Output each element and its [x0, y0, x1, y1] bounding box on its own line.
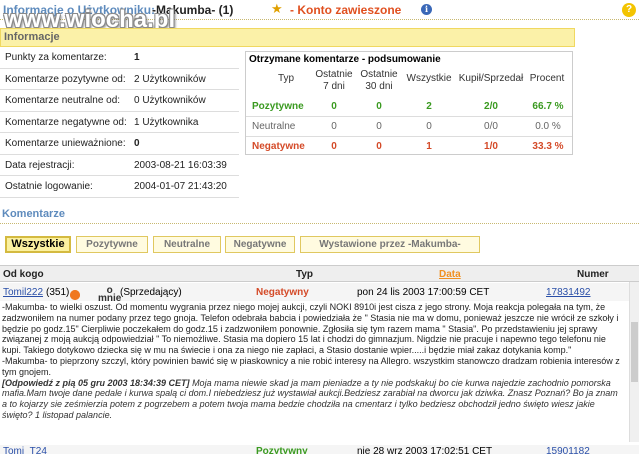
- user-score: (351): [46, 287, 70, 298]
- tab-neutral[interactable]: Neutralne: [153, 236, 221, 253]
- stat-row: Komentarze negatywne od: 1 Użytkownika: [0, 112, 239, 133]
- tab-positive[interactable]: Pozytywne: [76, 236, 148, 253]
- summary-header: Ostatnie 30 dni: [360, 69, 398, 92]
- stat-value: 1 Użytkownika: [134, 116, 199, 128]
- stat-label: Punkty za komentarze:: [5, 52, 107, 63]
- user-link[interactable]: Tomi_T24: [3, 446, 47, 454]
- summary-header: Kupił/Sprzedał: [458, 73, 524, 84]
- tab-negative[interactable]: Negatywne: [225, 236, 295, 253]
- user-stats-table: Punkty za komentarze: 1 Komentarze pozyty…: [0, 47, 239, 198]
- help-icon[interactable]: ?: [622, 3, 636, 17]
- stat-label: Komentarze neutralne od:: [5, 95, 121, 106]
- summary-cell: 66.7 %: [532, 101, 564, 112]
- comments-section-title: Komentarze: [2, 208, 65, 220]
- comment-paragraph: -Makumba- to wielki oszust. Od momentu w…: [2, 302, 619, 356]
- scrollbar-thumb[interactable]: [631, 322, 638, 382]
- summary-cell: 0: [331, 141, 337, 152]
- comment-date: pon 24 lis 2003 17:00:59 CET: [357, 287, 490, 298]
- col-number: Numer: [577, 269, 609, 280]
- summary-cell: 0: [331, 121, 337, 132]
- table-row: Tomil222 (351) o mnie (Sprzedający) Nega…: [0, 283, 639, 304]
- stat-row: Komentarze neutralne od: 0 Użytkowników: [0, 90, 239, 112]
- stat-row: Komentarze pozytywne od: 2 Użytkowników: [0, 69, 239, 90]
- stat-value: 1: [134, 52, 140, 63]
- stat-value: 2 Użytkowników: [134, 73, 206, 85]
- summary-header: Typ: [277, 73, 295, 84]
- summary-cell: 0: [376, 101, 382, 112]
- info-section-header: Informacje: [0, 28, 575, 47]
- comments-table-header: Od kogo Typ Data Numer: [0, 265, 639, 282]
- stat-label: Komentarze unieważnione:: [5, 138, 126, 149]
- answer-label: [Odpowiedź z pią 05 gru 2003 18:34:39 CE…: [2, 377, 190, 388]
- comment-paragraph: -Makumba- to pieprzony szczyl, który pow…: [2, 355, 620, 377]
- summary-title: Otrzymane komentarze - podsumowanie: [249, 54, 441, 65]
- summary-cell: 1: [426, 141, 432, 152]
- summary-row-negative: Negatywne 0 0 1 1/0 33.3 %: [246, 137, 572, 157]
- stat-row: Data rejestracji: 2003-08-21 16:03:39: [0, 155, 239, 176]
- summary-cell: 2: [426, 101, 432, 112]
- stat-value: 2003-08-21 16:03:39: [134, 159, 227, 171]
- summary-cell: 33.3 %: [532, 141, 564, 152]
- info-icon[interactable]: i: [421, 4, 432, 15]
- section-divider: [0, 223, 639, 224]
- summary-cell: 0/0: [484, 121, 498, 132]
- stat-value: 2004-01-07 21:43:20: [134, 181, 227, 192]
- summary-header: Ostatnie 7 dni: [315, 69, 353, 92]
- summary-cell: 2/0: [484, 101, 498, 112]
- stat-label: Komentarze negatywne od:: [5, 116, 127, 128]
- summary-header: Procent: [529, 73, 565, 84]
- stat-label: Data rejestracji:: [5, 159, 75, 171]
- user-role: (Sprzedający): [120, 287, 182, 298]
- account-status: - Konto zawieszone: [290, 3, 402, 17]
- summary-cell: 0: [426, 121, 432, 132]
- auction-number-link[interactable]: 17831492: [546, 287, 591, 298]
- table-row: Tomi_T24 Pozytywny nie 28 wrz 2003 17:02…: [0, 445, 639, 454]
- summary-cell: 0.0 %: [535, 121, 561, 132]
- auction-number-link[interactable]: 15901182: [546, 446, 590, 454]
- stat-row: Ostatnie logowanie: 2004-01-07 21:43:20: [0, 176, 239, 198]
- about-me-link[interactable]: o mnie: [98, 286, 121, 304]
- stat-value: 0: [134, 138, 140, 149]
- star-icon: ★: [271, 1, 283, 16]
- col-date-sort[interactable]: Data: [439, 269, 461, 280]
- comments-summary: Otrzymane komentarze - podsumowanie Typ …: [245, 51, 573, 155]
- stat-row: Punkty za komentarze: 1: [0, 47, 239, 69]
- summary-header: Wszystkie: [406, 73, 452, 84]
- col-from: Od kogo: [3, 269, 44, 280]
- summary-cell: 0: [376, 121, 382, 132]
- user-link[interactable]: Tomil222: [3, 287, 43, 298]
- summary-row-positive: Pozytywne 0 0 2 2/0 66.7 %: [246, 97, 572, 117]
- stat-label: Ostatnie logowanie:: [5, 181, 93, 192]
- comment-answer: [Odpowiedź z pią 05 gru 2003 18:34:39 CE…: [2, 378, 620, 421]
- col-type: Typ: [296, 269, 314, 280]
- info-section-title: Informacje: [4, 31, 60, 43]
- comment-type: Negatywny: [256, 287, 309, 298]
- tab-issued-by[interactable]: Wystawione przez -Makumba-: [300, 236, 480, 253]
- summary-cell: 0: [331, 101, 337, 112]
- comment-text: -Makumba- to wielki oszust. Od momentu w…: [2, 302, 620, 421]
- stat-label: Komentarze pozytywne od:: [5, 73, 126, 85]
- scrollbar[interactable]: [629, 282, 639, 442]
- stat-row: Komentarze unieważnione: 0: [0, 133, 239, 155]
- summary-cell: 0: [376, 141, 382, 152]
- comment-type: Pozytywny: [256, 446, 308, 454]
- summary-type: Neutralne: [252, 121, 296, 132]
- summary-row-neutral: Neutralne 0 0 0 0/0 0.0 %: [246, 117, 572, 137]
- tab-all[interactable]: Wszystkie: [5, 236, 71, 253]
- comment-date: nie 28 wrz 2003 17:02:51 CET: [357, 446, 493, 454]
- summary-type: Negatywne: [252, 141, 305, 152]
- summary-type: Pozytywne: [252, 101, 304, 112]
- stat-value: 0 Użytkowników: [134, 95, 206, 106]
- summary-cell: 1/0: [484, 141, 498, 152]
